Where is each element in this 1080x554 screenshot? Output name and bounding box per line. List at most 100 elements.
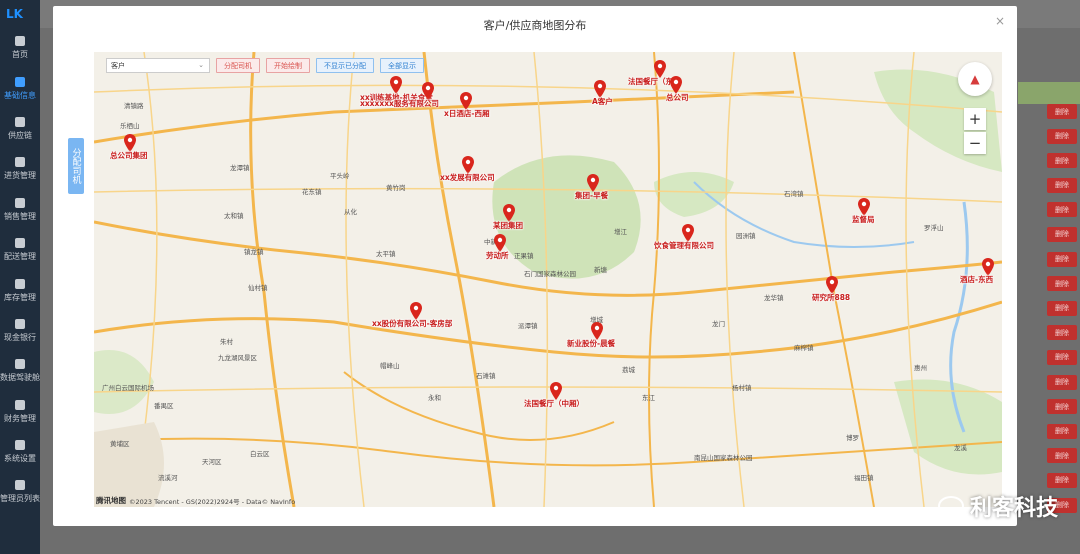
sidebar-item[interactable]: 库存管理: [0, 270, 40, 310]
map-pin-label[interactable]: 饮食管理有限公司: [654, 240, 714, 251]
place-label: 石门国家森林公园: [524, 270, 576, 278]
delete-button[interactable]: 删除: [1047, 399, 1077, 415]
place-label: 太平镇: [376, 250, 396, 258]
logo-text: LK: [6, 7, 23, 21]
place-label: 园洲镇: [736, 232, 756, 240]
sidebar-item[interactable]: 数据驾驶舱: [0, 351, 40, 391]
map-pin-label[interactable]: 某团集团: [493, 220, 523, 231]
place-label: 九龙湖风景区: [218, 354, 257, 362]
customer-type-select[interactable]: 客户 ⌄: [106, 58, 210, 73]
watermark: 利客科技: [938, 490, 1058, 522]
place-label: 杨村镇: [732, 384, 752, 392]
place-label: 从化: [344, 208, 357, 216]
map-pin-label[interactable]: xxxxxxx服务有限公司: [360, 98, 439, 109]
sidebar-item[interactable]: 销售管理: [0, 190, 40, 230]
sidebar-item-label: 配送管理: [4, 252, 36, 262]
modal-title: 客户/供应商地图分布: [483, 19, 587, 32]
delete-button[interactable]: 删除: [1047, 104, 1077, 119]
place-label: 黄埔区: [110, 440, 130, 448]
delete-button[interactable]: 删除: [1047, 423, 1077, 439]
truck-icon: [15, 238, 25, 249]
map-pin-label[interactable]: 研究所888: [812, 292, 850, 303]
compass-icon[interactable]: ▲: [958, 62, 992, 96]
map-pin-label[interactable]: 法国餐厅（中厢）: [524, 398, 584, 409]
sidebar-item-label: 基础信息: [4, 90, 36, 100]
map-pin-label[interactable]: 新业股份-晨餐: [567, 338, 615, 349]
map-pin-label[interactable]: 劳动所: [486, 250, 509, 261]
toolbar-strip: [1018, 82, 1080, 104]
map-pin-label[interactable]: xx股份有限公司-客房部: [372, 318, 452, 329]
delete-button[interactable]: 删除: [1047, 153, 1077, 169]
place-label: 新塘: [594, 266, 607, 274]
delete-button[interactable]: 删除: [1047, 128, 1077, 144]
delete-button[interactable]: 删除: [1047, 300, 1077, 316]
place-label: 派潭镇: [518, 322, 538, 330]
delete-button[interactable]: 删除: [1047, 251, 1077, 267]
place-label: 龙门: [712, 320, 725, 328]
place-label: 石湾镇: [784, 190, 804, 198]
place-label: 广州白云国际机场: [102, 384, 154, 392]
zoom-out-button[interactable]: −: [964, 132, 986, 154]
sidebar-item[interactable]: 系统设置: [0, 432, 40, 472]
map-pin-label[interactable]: 总公司: [666, 92, 689, 103]
map-modal: 客户/供应商地图分布 × 分配司机 清镇路 乐栖山 龙潭镇 太和镇 镇龙镇 花东…: [53, 6, 1017, 526]
map-pin-label[interactable]: A客户: [592, 96, 613, 107]
place-label: 正果镇: [514, 252, 534, 260]
place-label: 东江: [642, 394, 655, 402]
sidebar-item[interactable]: 进货管理: [0, 149, 40, 189]
sidebar-item-label: 供应链: [8, 130, 32, 140]
place-label: 罗浮山: [924, 224, 944, 232]
place-label: 镇龙镇: [244, 248, 264, 256]
delete-button[interactable]: 删除: [1047, 374, 1077, 390]
close-icon[interactable]: ×: [995, 14, 1005, 28]
sidebar-item[interactable]: 管理员列表: [0, 472, 40, 512]
map-pin-label[interactable]: x日酒店-西厢: [444, 108, 489, 119]
assign-driver-button[interactable]: 分配司机: [216, 58, 260, 73]
place-label: 惠州: [914, 364, 927, 372]
place-label: 麻榨镇: [794, 344, 814, 352]
delete-button[interactable]: 删除: [1047, 276, 1077, 292]
map-pin-label[interactable]: xx发展有限公司: [440, 172, 495, 183]
sidebar-item[interactable]: 首页: [0, 28, 40, 68]
sidebar-item[interactable]: 现金银行: [0, 311, 40, 351]
assign-driver-side-button[interactable]: 分配司机: [68, 138, 84, 194]
sidebar-item[interactable]: 供应链: [0, 109, 40, 149]
map-pin-label[interactable]: 集团-早餐: [575, 190, 608, 201]
place-label: 石滩镇: [476, 372, 496, 380]
cockpit-icon: [15, 359, 25, 370]
sidebar-item[interactable]: 配送管理: [0, 230, 40, 270]
place-label: 天河区: [202, 458, 222, 466]
delete-button[interactable]: 删除: [1047, 177, 1077, 193]
inbound-icon: [15, 157, 25, 168]
place-label: 龙潭镇: [230, 164, 250, 172]
zoom-in-button[interactable]: +: [964, 108, 986, 130]
place-label: 流溪河: [158, 474, 178, 482]
delete-button[interactable]: 删除: [1047, 202, 1077, 218]
chevron-down-icon: ⌄: [198, 61, 204, 69]
map-toolbar: 客户 ⌄ 分配司机 开始绘制 不显示已分配 全部显示: [106, 58, 424, 73]
start-draw-button[interactable]: 开始绘制: [266, 58, 310, 73]
delete-button[interactable]: 删除: [1047, 325, 1077, 341]
map-pin-label[interactable]: 监督局: [852, 214, 875, 225]
map-pin-label[interactable]: 总公司集团: [110, 150, 148, 161]
sidebar-item-label: 销售管理: [4, 211, 36, 221]
place-label: 平头岭: [330, 172, 350, 180]
delete-button[interactable]: 删除: [1047, 226, 1077, 242]
sidebar-item[interactable]: 基础信息: [0, 68, 40, 108]
place-label: 龙华镇: [764, 294, 784, 302]
delete-button[interactable]: 删除: [1047, 472, 1077, 488]
warehouse-icon: [15, 278, 25, 289]
show-all-button[interactable]: 全部显示: [380, 58, 424, 73]
delete-button[interactable]: 删除: [1047, 448, 1077, 464]
map-canvas[interactable]: 清镇路 乐栖山 龙潭镇 太和镇 镇龙镇 花东镇 平头岭 黄竹岗 从化 太平镇 中新镇 帽峰山 正果镇 派潭…: [94, 52, 1002, 507]
place-label: 白云区: [250, 450, 270, 458]
sidebar-item-label: 数据驾驶舱: [0, 373, 40, 383]
hide-assigned-button[interactable]: 不显示已分配: [316, 58, 374, 73]
app-logo[interactable]: LK: [0, 0, 40, 28]
select-value: 客户: [111, 62, 125, 70]
map-brand-logo: 腾讯地图: [96, 496, 126, 505]
delete-button[interactable]: 删除: [1047, 349, 1077, 365]
place-label: 荔城: [622, 366, 635, 374]
map-pin-label[interactable]: 酒店-东西: [960, 274, 993, 285]
sidebar-item[interactable]: 财务管理: [0, 392, 40, 432]
